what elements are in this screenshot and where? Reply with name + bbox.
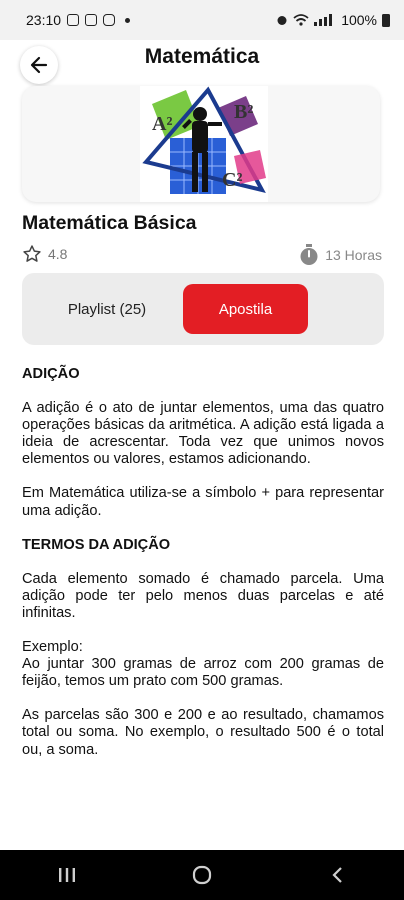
app-header: Matemática	[0, 40, 404, 86]
apostila-content: ADIÇÃO A adição é o ato de juntar elemen…	[22, 366, 384, 776]
section-heading-termos: TERMOS DA ADIÇÃO	[22, 536, 171, 553]
duration-value: 13 Horas	[325, 247, 382, 263]
paragraph-adicao-definicao: A adição é o ato de juntar elementos, um…	[22, 400, 384, 468]
hero-label-c2: C²	[222, 169, 242, 191]
rating-value: 4.8	[48, 246, 68, 262]
instagram-icon	[103, 14, 116, 26]
status-bar: 23:10 100%	[0, 0, 404, 40]
battery-icon	[382, 13, 390, 27]
course-duration: 13 Horas	[299, 244, 382, 266]
star-icon	[23, 245, 41, 262]
battery-percent: 100%	[341, 12, 377, 28]
wifi-icon	[293, 14, 309, 26]
status-time: 23:10	[26, 12, 62, 28]
hero-label-b2: B²	[234, 101, 253, 123]
home-button[interactable]	[182, 855, 222, 895]
paragraph-parcelas: Cada elemento somado é chamado parcela. …	[22, 570, 384, 621]
gallery-icon	[85, 14, 98, 26]
course-cover-image: A² B² C²	[22, 86, 380, 202]
home-icon	[192, 865, 212, 885]
page-title: Matemática	[144, 45, 260, 68]
signal-icon	[314, 14, 333, 26]
system-nav-bar	[0, 850, 404, 900]
system-back-button[interactable]	[317, 855, 357, 895]
content-tab-bar: Playlist (25) Apostila	[22, 273, 384, 345]
recent-apps-button[interactable]	[47, 855, 87, 895]
hero-label-a2: A²	[152, 113, 172, 135]
notification-icon	[67, 14, 80, 26]
tab-playlist[interactable]: Playlist (25)	[42, 284, 172, 334]
recent-apps-icon	[59, 868, 76, 882]
alarm-icon	[277, 16, 287, 25]
chevron-left-icon	[332, 867, 342, 883]
course-rating: 4.8	[22, 244, 67, 264]
paragraph-exemplo: Ao juntar 300 gramas de arroz com 200 gr…	[22, 656, 384, 690]
more-notifications-icon	[125, 17, 131, 23]
tab-apostila[interactable]: Apostila	[183, 284, 308, 334]
section-heading-adicao: ADIÇÃO	[22, 366, 80, 382]
paragraph-adicao-simbolo: Em Matemática utiliza-se a símbolo + par…	[22, 485, 384, 519]
course-title: Matemática Básica	[22, 212, 197, 234]
paragraph-total: As parcelas são 300 e 200 e ao resultado…	[22, 707, 384, 758]
stopwatch-icon	[300, 244, 318, 265]
example-label: Exemplo:	[22, 639, 83, 656]
